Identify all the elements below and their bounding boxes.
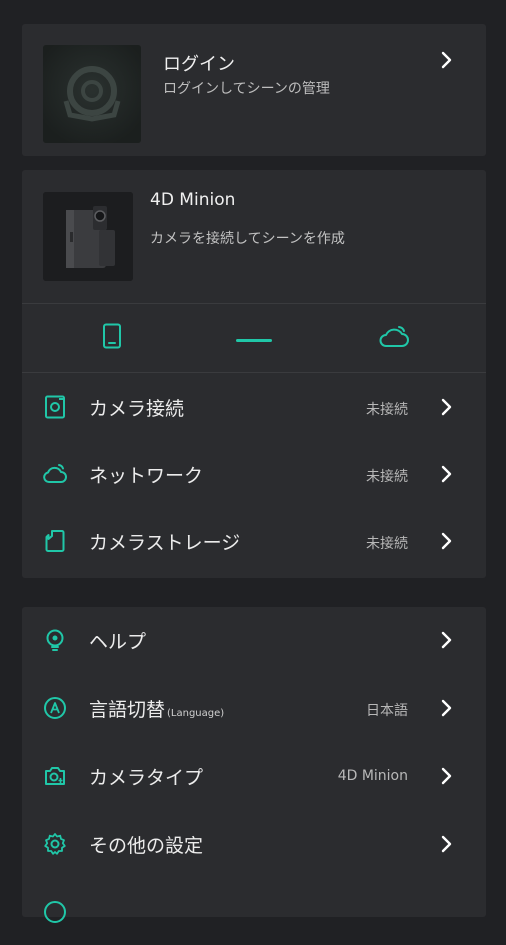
chevron-right-icon[interactable]: [436, 50, 456, 70]
device-card: 4D Minion カメラを接続してシーンを作成 カメラ接続 未接続 ネットワー…: [22, 170, 486, 578]
row-label: カメラストレージ: [89, 532, 241, 554]
row-label: カメラ接続: [89, 398, 185, 420]
row-camera-connect[interactable]: カメラ接続 未接続: [22, 374, 486, 440]
status-value: 未接続: [366, 469, 408, 485]
divider: [22, 303, 486, 304]
row-camera-storage[interactable]: カメラストレージ 未接続: [22, 508, 486, 574]
language-label: 言語切替: [89, 699, 166, 721]
row-camera-type[interactable]: カメラタイプ 4D Minion: [22, 743, 486, 809]
settings-card: ヘルプ 言語切替 (Language) 日本語 カメラタイプ 4D Minion …: [22, 607, 486, 923]
lightbulb-icon: [43, 628, 67, 652]
row-language[interactable]: 言語切替 (Language) 日本語: [22, 675, 486, 741]
divider: [22, 372, 486, 373]
sd-card-icon: [43, 529, 67, 553]
status-value: 未接続: [366, 536, 408, 552]
row-label: 言語切替 (Language): [89, 695, 224, 722]
language-sub-label: (Language): [167, 708, 225, 719]
row-network[interactable]: ネットワーク 未接続: [22, 441, 486, 507]
tab-cloud[interactable]: [364, 305, 424, 371]
user-avatar-icon: [43, 45, 141, 143]
row-help[interactable]: ヘルプ: [22, 607, 486, 673]
chevron-right-icon: [436, 397, 456, 417]
row-other-settings[interactable]: その他の設定: [22, 811, 486, 877]
login-subtitle: ログインしてシーンの管理: [163, 81, 330, 97]
network-cloud-icon: [43, 462, 67, 486]
dash-icon: [236, 329, 272, 348]
cloud-icon: [379, 323, 409, 353]
partial-icon: [43, 900, 67, 924]
login-title: ログイン: [163, 54, 235, 75]
camera-type-icon: [43, 764, 67, 788]
device-subtitle: カメラを接続してシーンを作成: [150, 231, 345, 247]
tab-phone[interactable]: [82, 305, 142, 371]
tab-direct[interactable]: [224, 305, 284, 371]
chevron-right-icon: [436, 834, 456, 854]
row-label: その他の設定: [89, 835, 204, 857]
status-value: 未接続: [366, 402, 408, 418]
login-card[interactable]: ログイン ログインしてシーンの管理: [22, 24, 486, 156]
device-name: 4D Minion: [150, 190, 236, 210]
chevron-right-icon: [436, 464, 456, 484]
language-icon: [43, 696, 67, 720]
camera-type-value: 4D Minion: [337, 768, 408, 784]
chevron-right-icon: [436, 630, 456, 650]
gear-icon: [43, 832, 67, 856]
chevron-right-icon: [436, 698, 456, 718]
chevron-right-icon: [436, 531, 456, 551]
row-label: カメラタイプ: [89, 767, 204, 789]
connection-tabs: [22, 305, 486, 371]
phone-icon: [102, 323, 122, 353]
camera-device-image: [43, 192, 133, 281]
row-label: ネットワーク: [89, 465, 204, 487]
row-partial[interactable]: [22, 879, 486, 945]
chevron-right-icon: [436, 766, 456, 786]
row-label: ヘルプ: [89, 631, 147, 653]
language-value: 日本語: [366, 703, 408, 719]
camera-connect-icon: [43, 395, 67, 419]
